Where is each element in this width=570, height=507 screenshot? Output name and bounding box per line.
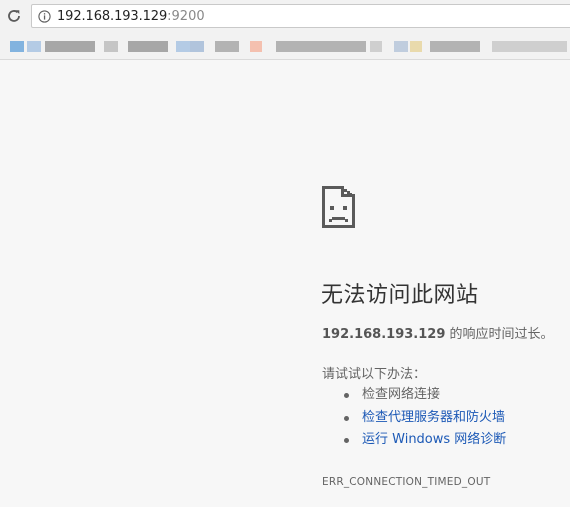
check-proxy-link[interactable]: 检查代理服务器和防火墙 [362,410,505,425]
suggestion-run-diagnostics[interactable]: 运行 Windows 网络诊断 [344,431,506,454]
bullet [344,393,349,398]
bookmark-item[interactable] [27,41,41,52]
suggestion-label: 检查网络连接 [362,387,441,402]
reload-icon[interactable] [4,6,24,26]
bookmarks-bar [0,32,570,60]
url-port: :9200 [167,8,205,24]
bookmark-item[interactable] [190,41,204,52]
bookmark-item[interactable] [410,41,422,52]
error-summary: 192.168.193.129 的响应时间过长。 [322,323,554,342]
error-host: 192.168.193.129 [322,327,446,342]
bookmark-item[interactable] [276,41,366,52]
sad-page-icon [322,186,355,228]
run-diagnostics-link[interactable]: 运行 Windows 网络诊断 [362,432,506,447]
bookmark-item[interactable] [10,41,24,52]
bookmark-item[interactable] [430,41,480,52]
suggestion-check-network: 检查网络连接 [344,386,506,409]
bookmark-item[interactable] [215,41,239,52]
error-code: ERR_CONNECTION_TIMED_OUT [322,476,491,488]
bullet [344,415,349,421]
error-summary-text: 的响应时间过长。 [445,327,554,342]
bookmark-item[interactable] [128,41,168,52]
suggestions-title: 请试试以下办法： [322,367,427,382]
url-host: 192.168.193.129 [57,8,168,24]
address-bar[interactable]: 192.168.193.129:9200 [31,4,570,28]
error-heading: 无法访问此网站 [321,283,479,308]
bookmark-item[interactable] [250,41,262,52]
bookmark-item[interactable] [176,41,190,52]
bullet [344,438,349,443]
bookmark-item[interactable] [492,41,567,52]
browser-toolbar: 192.168.193.129:9200 [0,0,570,32]
suggestions-list: 检查网络连接 检查代理服务器和防火墙 运行 Windows 网络诊断 [344,386,506,454]
suggestion-check-proxy[interactable]: 检查代理服务器和防火墙 [344,409,506,432]
info-icon[interactable] [38,9,51,23]
bookmark-item[interactable] [45,41,95,52]
bookmark-item[interactable] [394,41,408,52]
bookmark-item[interactable] [370,41,382,52]
bookmark-item[interactable] [104,41,118,52]
